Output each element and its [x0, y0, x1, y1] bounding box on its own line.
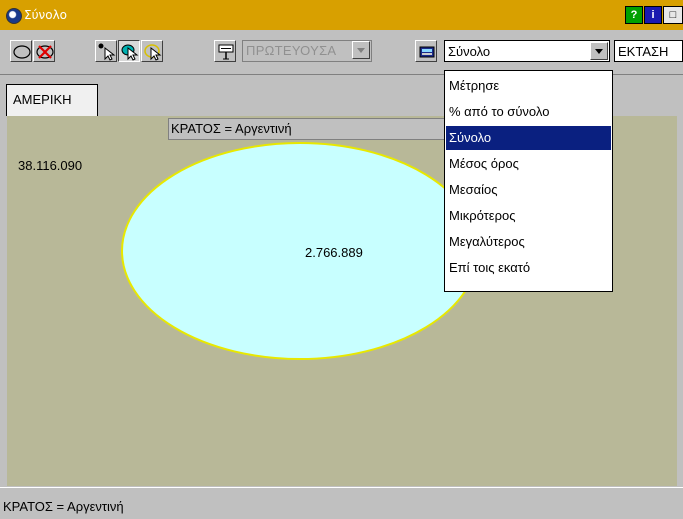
point-cursor-icon: [98, 43, 116, 61]
option-minimum[interactable]: Μικρότερος: [446, 204, 611, 228]
circle-cursor-icon: [144, 44, 162, 61]
statistic-dropdown-arrow[interactable]: [590, 42, 608, 60]
ellipse-icon: [13, 45, 31, 59]
option-count[interactable]: Μέτρησε: [446, 74, 611, 98]
field-dropdown[interactable]: ΕΚΤΑΣΗ: [614, 40, 683, 62]
tab-america[interactable]: ΑΜΕΡΙΚΗ: [6, 84, 98, 116]
statistic-options-list[interactable]: Μέτρησε % από το σύνολο Σύνολο Μέσος όρο…: [444, 70, 613, 292]
capital-dropdown-value: ΠΡΩΤΕΥΟΥΣΑ: [246, 43, 337, 58]
app-icon: [6, 8, 22, 24]
region-select-button[interactable]: [118, 40, 140, 62]
calculator-icon: [419, 46, 435, 58]
chevron-down-icon: [357, 48, 365, 53]
calculator-button[interactable]: [415, 40, 437, 62]
option-median[interactable]: Μεσαίος: [446, 178, 611, 202]
help-button[interactable]: ?: [625, 6, 643, 24]
option-total[interactable]: Σύνολο: [446, 126, 611, 150]
option-maximum[interactable]: Μεγαλύτερος: [446, 230, 611, 254]
region-cursor-icon: [121, 44, 139, 61]
statistic-dropdown[interactable]: Σύνολο: [444, 40, 610, 62]
window-title: Σύνολο: [24, 8, 68, 22]
label-tool-button[interactable]: [214, 40, 236, 62]
status-text: ΚΡΑΤΟΣ = Αργεντινή: [3, 499, 124, 514]
region-label-text: ΚΡΑΤΟΣ = Αργεντινή: [171, 121, 292, 136]
option-average[interactable]: Μέσος όρος: [446, 152, 611, 176]
sign-icon: [218, 44, 234, 60]
field-dropdown-value: ΕΚΤΑΣΗ: [618, 44, 669, 59]
delete-shape-icon: [36, 45, 54, 59]
maximize-button[interactable]: □: [663, 6, 683, 24]
region-value-label: 2.766.889: [305, 245, 363, 260]
tab-label: ΑΜΕΡΙΚΗ: [13, 92, 72, 107]
option-percent-of-total[interactable]: % από το σύνολο: [446, 100, 611, 124]
delete-shape-button[interactable]: [33, 40, 55, 62]
chevron-down-icon: [595, 49, 603, 54]
region-label-box: ΚΡΑΤΟΣ = Αργεντινή: [168, 118, 448, 140]
statistic-dropdown-value: Σύνολο: [448, 44, 491, 59]
point-select-button[interactable]: [95, 40, 117, 62]
ellipse-tool-button[interactable]: [10, 40, 32, 62]
capital-dropdown-arrow[interactable]: [352, 41, 370, 59]
option-percentage[interactable]: Επί τοις εκατό: [446, 256, 611, 280]
title-bar[interactable]: [0, 0, 683, 30]
selected-region[interactable]: [120, 140, 480, 365]
circle-select-button[interactable]: [141, 40, 163, 62]
info-button[interactable]: i: [644, 6, 662, 24]
total-value-label: 38.116.090: [18, 158, 83, 173]
